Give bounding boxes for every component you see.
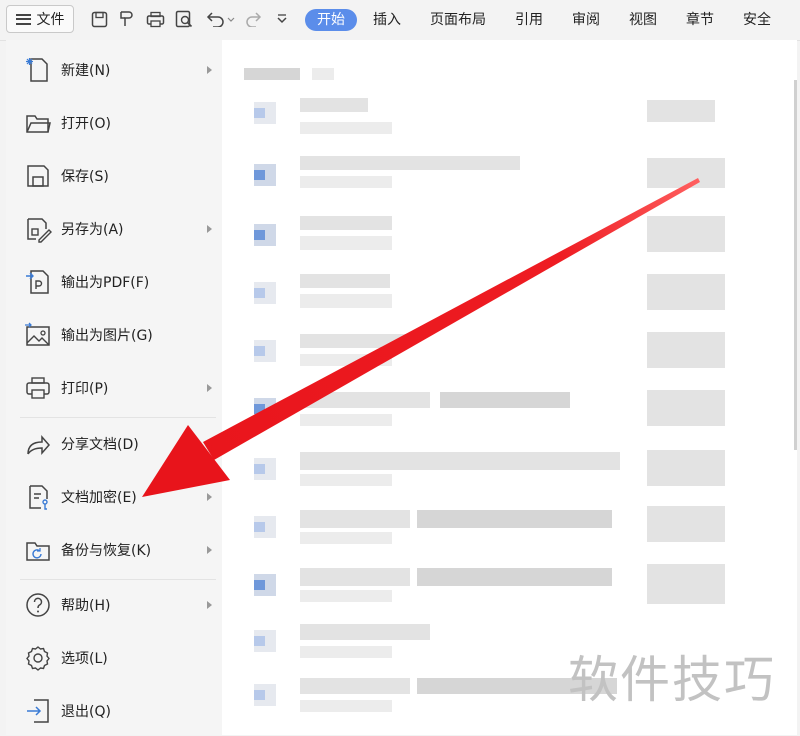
annotation-arrow-shaft	[203, 178, 700, 460]
annotation-arrow	[142, 178, 700, 497]
watermark: 软件技巧	[568, 651, 776, 709]
